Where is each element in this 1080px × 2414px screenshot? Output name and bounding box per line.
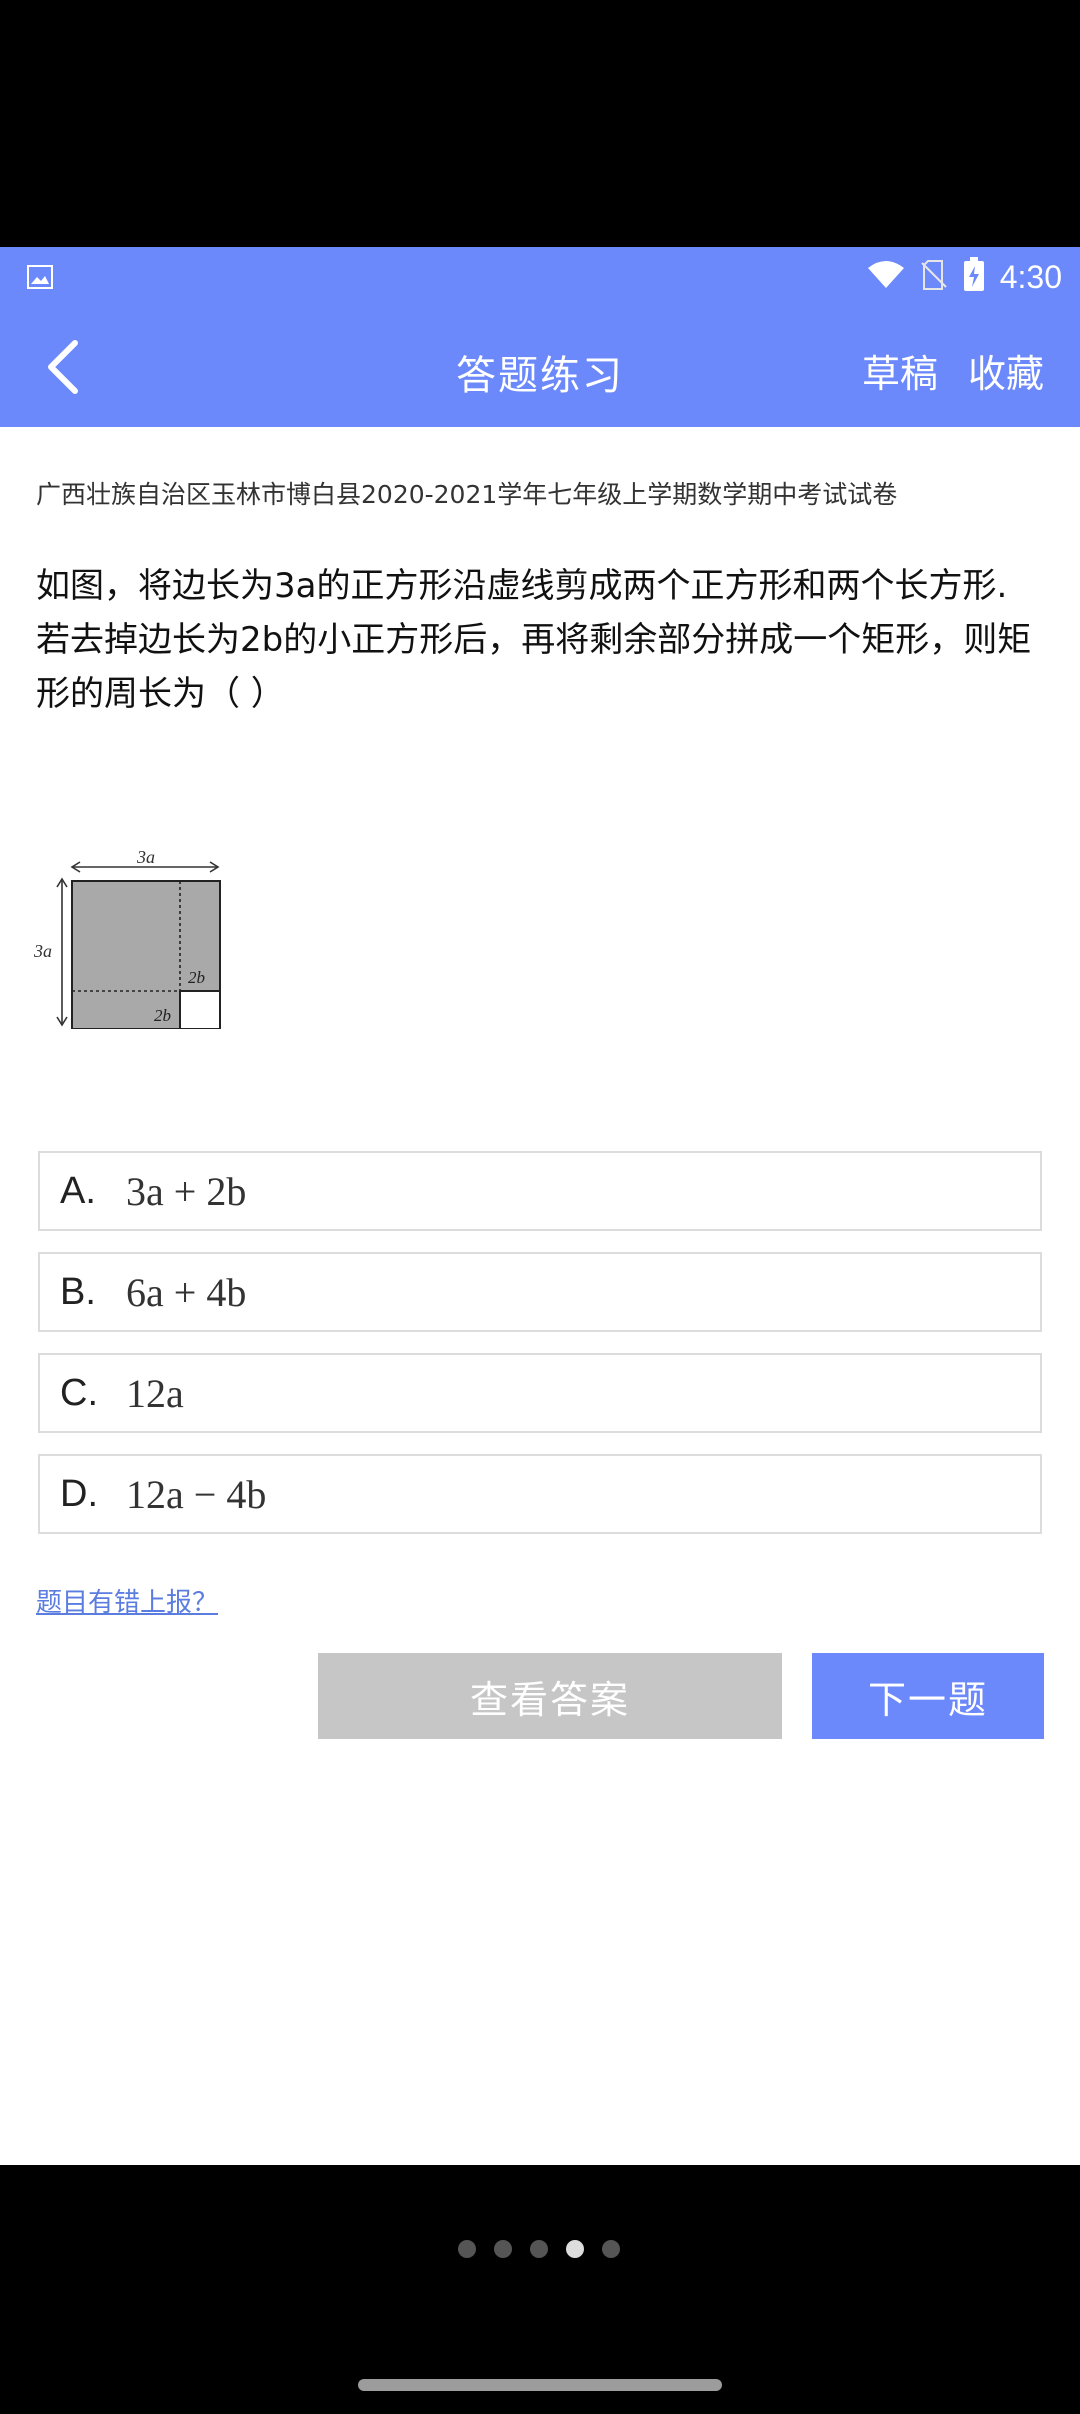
option-letter: D. [60, 1472, 98, 1515]
page-indicator [458, 2240, 620, 2258]
top-black-area [0, 0, 1080, 247]
page-dot [494, 2240, 512, 2258]
options-list: A. 3a + 2b B. 6a + 4b C. 12a D. 12a − 4b [38, 1151, 1042, 1555]
status-time: 4:30 [999, 258, 1062, 295]
question-figure: 3a 3a 2b 2b [28, 847, 238, 1030]
app-bar: 答题练习 草稿 收藏 [0, 307, 1080, 427]
question-text: 如图，将边长为3a的正方形沿虚线剪成两个正方形和两个长方形.若去掉边长为2b的小… [36, 566, 1032, 714]
question-content: 广西壮族自治区玉林市博白县2020-2021学年七年级上学期数学期中考试试卷 如… [0, 427, 1080, 2165]
wifi-icon [866, 260, 906, 294]
appbar-actions: 草稿 收藏 [862, 343, 1044, 398]
draft-button[interactable]: 草稿 [862, 343, 938, 398]
option-math: 3a + 2b [126, 1168, 247, 1214]
next-question-button[interactable]: 下一题 [812, 1653, 1044, 1739]
option-letter: C. [60, 1371, 98, 1414]
image-icon [26, 263, 54, 291]
option-math: 6a + 4b [126, 1269, 247, 1315]
figure-inner-label-bottom: 2b [154, 1006, 171, 1025]
option-c[interactable]: C. 12a [38, 1353, 1042, 1433]
view-answer-button[interactable]: 查看答案 [318, 1653, 782, 1739]
option-letter: B. [60, 1270, 96, 1313]
question-source: 广西壮族自治区玉林市博白县2020-2021学年七年级上学期数学期中考试试卷 [36, 480, 898, 509]
option-letter: A. [60, 1169, 96, 1212]
favorite-button[interactable]: 收藏 [968, 343, 1044, 398]
option-d[interactable]: D. 12a − 4b [38, 1454, 1042, 1534]
battery-charging-icon [962, 257, 986, 297]
option-a[interactable]: A. 3a + 2b [38, 1151, 1042, 1231]
figure-inner-label-right: 2b [188, 968, 205, 987]
option-math: 12a [126, 1370, 184, 1416]
figure-top-label: 3a [136, 849, 155, 867]
bottom-navigation-area [0, 2165, 1080, 2414]
page-dot [458, 2240, 476, 2258]
option-math: 12a − 4b [126, 1471, 267, 1517]
status-right-group: 4:30 [866, 257, 1062, 297]
figure-left-label: 3a [33, 941, 52, 961]
report-error-link[interactable]: 题目有错上报？ [36, 1582, 218, 1619]
page-dot-active [566, 2240, 584, 2258]
page-dot [602, 2240, 620, 2258]
option-b[interactable]: B. 6a + 4b [38, 1252, 1042, 1332]
home-indicator[interactable] [358, 2379, 722, 2391]
no-sim-icon [920, 259, 948, 295]
status-bar: 4:30 [0, 247, 1080, 307]
page-dot [530, 2240, 548, 2258]
